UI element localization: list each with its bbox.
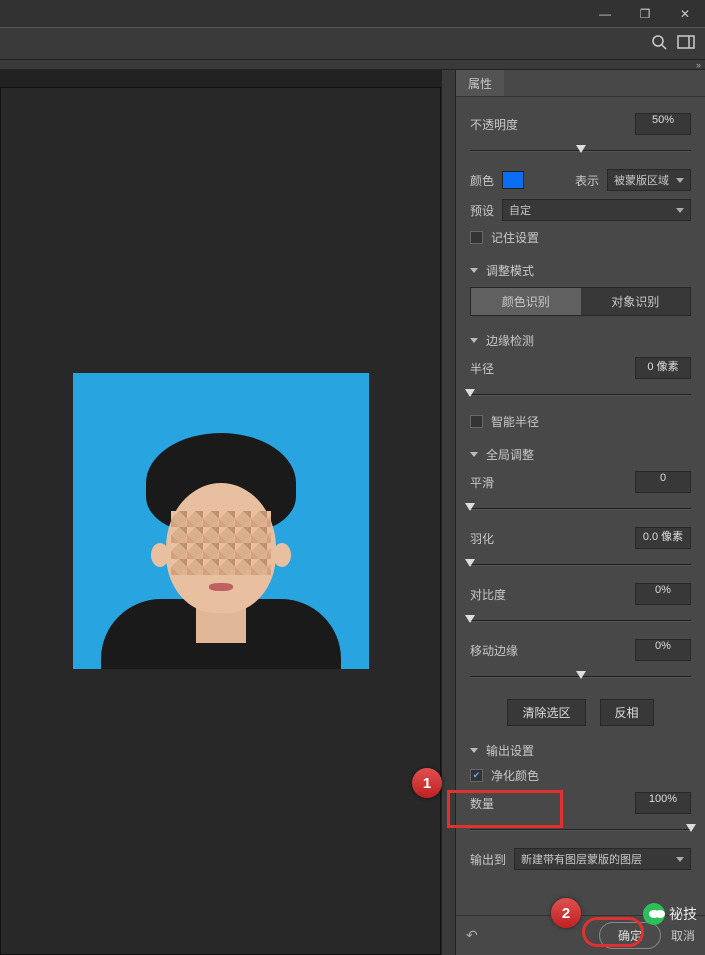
window-titlebar: — ❐ ✕ (0, 0, 705, 27)
feather-slider[interactable] (470, 557, 691, 573)
amount-input[interactable]: 100% (635, 792, 691, 814)
mode-object-button[interactable]: 对象识别 (581, 288, 691, 315)
remember-label: 记住设置 (491, 229, 539, 246)
mode-color-button[interactable]: 颜色识别 (471, 288, 581, 315)
shift-edge-label: 移动边缘 (470, 642, 518, 659)
shift-edge-input[interactable]: 0% (635, 639, 691, 661)
amount-label: 数量 (470, 795, 494, 812)
properties-panel: 属性 不透明度 50% 颜色 表示 被蒙版区域 预设 自定 记住设置 (455, 70, 705, 955)
workspace-icon[interactable] (677, 35, 695, 52)
feather-label: 羽化 (470, 530, 494, 547)
smart-radius-checkbox[interactable] (470, 415, 483, 428)
contrast-input[interactable]: 0% (635, 583, 691, 605)
smooth-label: 平滑 (470, 474, 494, 491)
smart-radius-label: 智能半径 (491, 413, 539, 430)
section-global[interactable]: 全局调整 (470, 446, 691, 463)
purify-colors-label: 净化颜色 (491, 767, 539, 784)
reset-icon[interactable]: ↶ (466, 927, 478, 944)
opacity-slider[interactable] (470, 143, 691, 159)
display-dropdown[interactable]: 被蒙版区域 (607, 169, 691, 191)
wechat-icon (643, 903, 665, 925)
purify-colors-checkbox[interactable]: ✔ (470, 769, 483, 782)
section-output[interactable]: 输出设置 (470, 742, 691, 759)
chevron-down-icon (470, 748, 478, 753)
invert-button[interactable]: 反相 (600, 699, 654, 726)
chevron-down-icon (470, 452, 478, 457)
radius-input[interactable]: 0 像素 (635, 357, 691, 379)
smooth-slider[interactable] (470, 501, 691, 517)
minimize-button[interactable]: — (585, 0, 625, 27)
preset-label: 预设 (470, 202, 494, 219)
chevron-down-icon (470, 268, 478, 273)
search-icon[interactable] (651, 34, 667, 53)
chevron-down-icon (470, 338, 478, 343)
section-edge[interactable]: 边缘检测 (470, 332, 691, 349)
color-label: 颜色 (470, 172, 494, 189)
panel-tabs: 属性 (456, 70, 705, 97)
output-to-label: 输出到 (470, 851, 506, 868)
display-label: 表示 (575, 172, 599, 189)
contrast-slider[interactable] (470, 613, 691, 629)
color-swatch[interactable] (502, 171, 524, 189)
document-image (73, 373, 369, 669)
options-bar (0, 27, 705, 60)
canvas[interactable] (0, 87, 441, 955)
output-to-dropdown[interactable]: 新建带有图层蒙版的图层 (514, 848, 691, 870)
amount-slider[interactable] (470, 822, 691, 838)
contrast-label: 对比度 (470, 586, 506, 603)
radius-label: 半径 (470, 360, 494, 377)
watermark-text: 祕技 (669, 904, 697, 924)
ok-button[interactable]: 确定 (599, 922, 661, 949)
cancel-button[interactable]: 取消 (671, 927, 695, 944)
smooth-input[interactable]: 0 (635, 471, 691, 493)
shift-edge-slider[interactable] (470, 669, 691, 685)
annotation-badge-2: 2 (551, 898, 581, 928)
watermark: 祕技 (643, 903, 697, 925)
opacity-label: 不透明度 (470, 116, 518, 133)
maximize-button[interactable]: ❐ (625, 0, 665, 27)
close-button[interactable]: ✕ (665, 0, 705, 27)
overflow-row: » (0, 60, 705, 70)
canvas-area (0, 70, 455, 955)
annotation-badge-1: 1 (412, 768, 442, 798)
tab-properties[interactable]: 属性 (456, 70, 504, 96)
feather-input[interactable]: 0.0 像素 (635, 527, 691, 549)
clear-selection-button[interactable]: 清除选区 (507, 699, 585, 726)
radius-slider[interactable] (470, 387, 691, 403)
preset-dropdown[interactable]: 自定 (502, 199, 691, 221)
section-mode[interactable]: 调整模式 (470, 262, 691, 279)
canvas-scrollbar[interactable] (441, 70, 455, 955)
opacity-input[interactable]: 50% (635, 113, 691, 135)
mode-segment: 颜色识别 对象识别 (470, 287, 691, 316)
remember-checkbox[interactable] (470, 231, 483, 244)
overflow-icon[interactable]: » (696, 60, 701, 69)
